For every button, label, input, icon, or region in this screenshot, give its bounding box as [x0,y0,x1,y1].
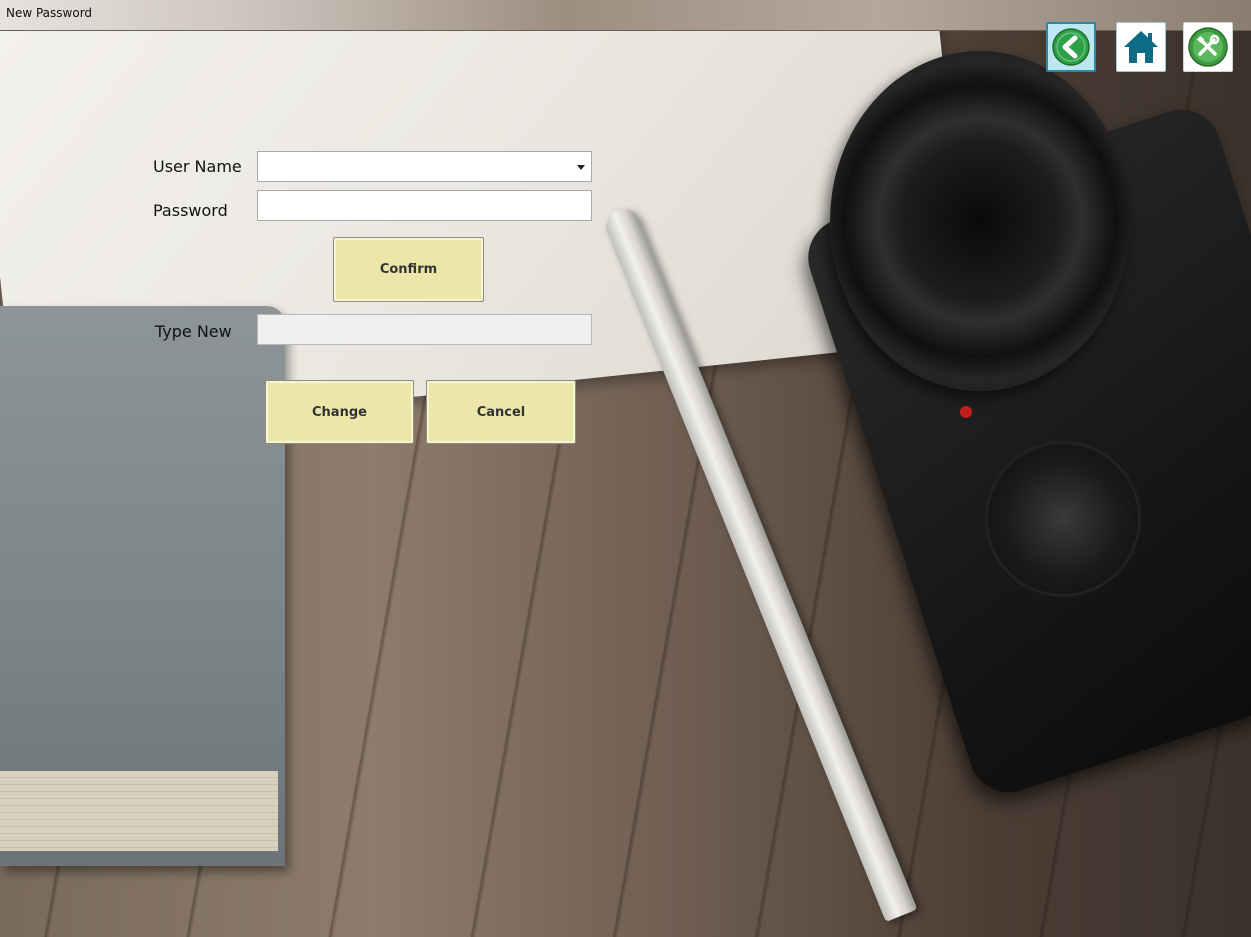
password-label: Password [153,201,228,220]
tools-icon [1188,27,1228,67]
password-input[interactable] [257,190,592,221]
change-button[interactable]: Change [265,380,414,444]
chevron-down-icon[interactable] [577,165,585,170]
notebook-pages [0,771,278,851]
camera-red-dot [960,406,972,418]
type-new-input[interactable] [257,314,592,345]
home-icon [1124,31,1158,63]
type-new-label: Type New [155,322,232,341]
new-password-window: New Password User Name Password Confirm … [0,0,1251,937]
back-button[interactable] [1046,22,1096,72]
username-combobox[interactable] [257,151,592,182]
tools-button[interactable] [1183,22,1233,72]
window-title: New Password [6,6,93,20]
username-label: User Name [153,157,242,176]
home-button[interactable] [1116,22,1166,72]
camera-lens [830,51,1130,391]
confirm-button[interactable]: Confirm [333,237,484,302]
back-arrow-icon [1052,28,1090,66]
cancel-button[interactable]: Cancel [426,380,576,444]
camera-dial [985,441,1141,597]
